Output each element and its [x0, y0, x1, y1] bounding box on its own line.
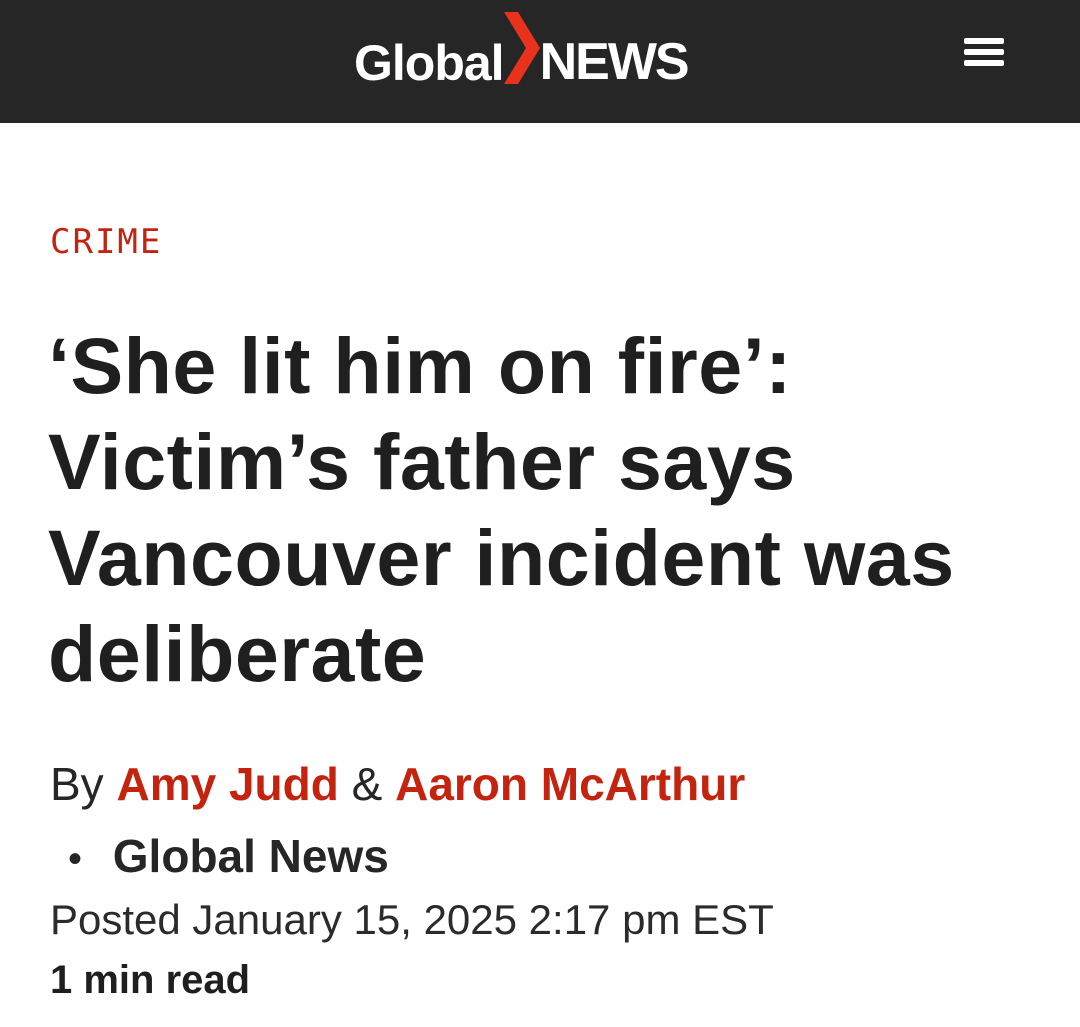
source-line: • Global News	[50, 828, 389, 887]
logo-chevron-icon	[503, 12, 540, 84]
bullet-separator: •	[67, 837, 82, 881]
read-time: 1 min read	[50, 958, 251, 1002]
logo-word-global: Global	[354, 35, 505, 91]
byline-prefix: By	[50, 758, 104, 810]
site-header: Global NEWS	[0, 0, 1080, 123]
posted-timestamp: Posted January 15, 2025 2:17 pm EST	[50, 896, 774, 943]
byline-separator: &	[351, 758, 383, 810]
hamburger-menu-icon[interactable]	[958, 30, 1010, 74]
byline: By Amy Judd & Aaron McArthur	[50, 756, 745, 812]
source-outlet: Global News	[112, 830, 389, 882]
global-news-logo[interactable]: Global NEWS	[354, 10, 690, 91]
article-headline: ‘She lit him on fire’: Victim’s father s…	[48, 321, 955, 698]
author-link-amy-judd[interactable]: Amy Judd	[116, 758, 338, 810]
author-link-aaron-mcarthur[interactable]: Aaron McArthur	[395, 758, 745, 810]
category-link-crime[interactable]: CRIME	[50, 222, 162, 262]
logo-word-news: NEWS	[539, 33, 690, 91]
